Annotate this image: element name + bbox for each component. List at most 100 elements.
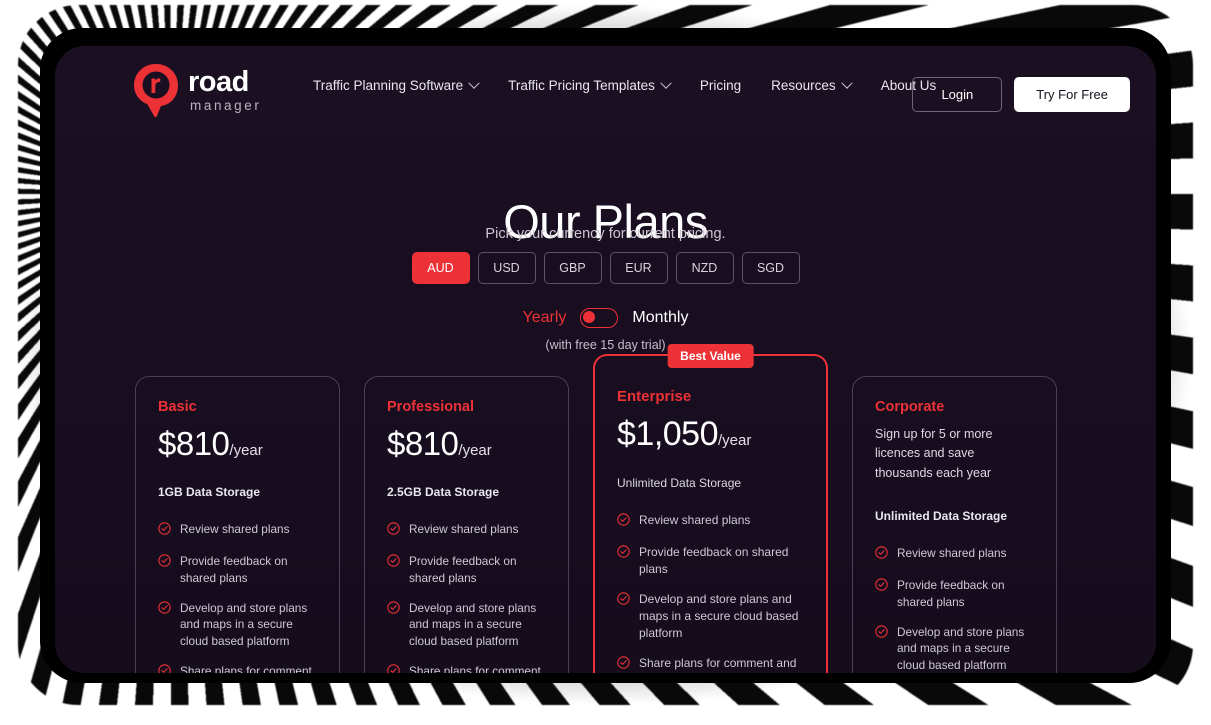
currency-button-aud[interactable]: AUD <box>411 252 470 284</box>
plan-blurb: Sign up for 5 or more licences and save … <box>875 427 993 480</box>
list-item: Share plans for comment and implemention <box>617 655 804 673</box>
plan-feature-list: Review shared plans Provide feedback on … <box>875 545 1034 673</box>
check-circle-icon <box>875 546 888 564</box>
main-navigation: Traffic Planning Software Traffic Pricin… <box>313 77 936 93</box>
plan-storage: Unlimited Data Storage <box>875 509 1008 524</box>
check-circle-icon <box>387 522 400 540</box>
feature-text: Share plans for comment and <box>180 663 312 673</box>
nav-label: Resources <box>771 78 836 93</box>
check-circle-icon <box>387 664 400 673</box>
list-item: Provide feedback on shared plans <box>875 577 1034 611</box>
list-item: Share plans for comment and <box>387 663 546 673</box>
check-circle-icon <box>617 656 630 673</box>
check-circle-icon <box>158 664 171 673</box>
plan-storage: Unlimited Data Storage <box>617 476 742 490</box>
plan-name: Corporate <box>875 399 945 415</box>
chevron-down-icon <box>841 77 853 89</box>
plan-price: $810/year <box>387 425 546 463</box>
list-item: Provide feedback on shared plans <box>387 553 546 587</box>
check-circle-icon <box>875 578 888 596</box>
logo-name-primary: road <box>188 65 249 98</box>
plan-price-amount: $1,050 <box>617 415 719 453</box>
feature-text: Provide feedback on shared plans <box>639 545 789 577</box>
plan-name: Enterprise <box>617 388 692 405</box>
currency-button-usd[interactable]: USD <box>477 252 536 284</box>
list-item: Review shared plans <box>158 521 317 540</box>
list-item: Review shared plans <box>875 545 1034 564</box>
plan-feature-list: Review shared plans Provide feedback on … <box>158 521 317 673</box>
plan-price: $810/year <box>158 425 317 463</box>
nav-label: Traffic Pricing Templates <box>508 78 655 93</box>
list-item: Share plans for comment and <box>158 663 317 673</box>
list-item: Develop and store plans and maps in a se… <box>387 600 546 650</box>
check-circle-icon <box>387 600 400 619</box>
toggle-knob <box>583 311 596 323</box>
plan-storage: 1GB Data Storage <box>158 485 261 499</box>
plan-card-professional[interactable]: Professional $810/year 2.5GB Data Storag… <box>364 376 569 673</box>
free-trial-note: (with free 15 day trial) <box>545 338 666 352</box>
plan-name: Basic <box>158 399 197 415</box>
nav-label: Traffic Planning Software <box>313 78 464 93</box>
toggle-label-yearly[interactable]: Yearly <box>523 309 567 327</box>
feature-text: Review shared plans <box>639 513 751 527</box>
plan-storage: 2.5GB Data Storage <box>387 485 500 499</box>
feature-text: Share plans for comment and <box>409 663 541 673</box>
plan-feature-list: Review shared plans Provide feedback on … <box>387 521 546 673</box>
plan-feature-list: Review shared plans Provide feedback on … <box>617 512 804 673</box>
list-item: Develop and store plans and maps in a se… <box>158 600 317 650</box>
feature-text: Provide feedback on shared plans <box>409 554 517 585</box>
browser-screenshot: road manager Traffic Planning Software T… <box>0 0 1211 725</box>
try-for-free-button[interactable]: Try For Free <box>1014 77 1130 112</box>
currency-button-gbp[interactable]: GBP <box>543 252 602 284</box>
check-circle-icon <box>387 554 400 572</box>
logo[interactable]: road manager <box>132 62 261 118</box>
plan-card-enterprise[interactable]: Best Value Enterprise $1,050/year Unlimi… <box>593 344 828 673</box>
currency-button-nzd[interactable]: NZD <box>675 252 734 284</box>
check-circle-icon <box>617 545 630 563</box>
plan-price-amount: $810 <box>387 425 459 462</box>
list-item: Review shared plans <box>387 521 546 540</box>
login-button[interactable]: Login <box>912 77 1003 112</box>
logo-name-secondary: manager <box>190 97 262 113</box>
header-actions: Login Try For Free <box>912 77 1130 112</box>
currency-button-sgd[interactable]: SGD <box>741 252 800 284</box>
plan-price-period: /year <box>458 442 492 459</box>
plan-cards: Basic $810/year 1GB Data Storage Review … <box>135 344 1080 673</box>
feature-text: Develop and store plans and maps in a se… <box>409 600 537 649</box>
chevron-down-icon <box>660 77 672 89</box>
status-badge: Best Value <box>667 344 754 368</box>
plan-name: Professional <box>387 399 475 415</box>
plan-card-corporate[interactable]: Corporate Sign up for 5 or more licences… <box>852 376 1057 673</box>
plan-card-basic[interactable]: Basic $810/year 1GB Data Storage Review … <box>135 376 340 673</box>
nav-item-traffic-pricing-templates[interactable]: Traffic Pricing Templates <box>508 77 672 93</box>
currency-button-eur[interactable]: EUR <box>609 252 668 284</box>
feature-text: Develop and store plans and maps in a se… <box>180 600 308 649</box>
feature-text: Provide feedback on shared plans <box>897 578 1005 609</box>
nav-label: Pricing <box>699 78 742 93</box>
pricing-page-window: road manager Traffic Planning Software T… <box>55 46 1156 673</box>
check-circle-icon <box>617 592 630 610</box>
nav-item-traffic-planning-software[interactable]: Traffic Planning Software <box>313 77 480 93</box>
nav-item-pricing[interactable]: Pricing <box>700 78 741 93</box>
check-circle-icon <box>158 522 171 540</box>
feature-text: Review shared plans <box>180 522 290 536</box>
nav-item-resources[interactable]: Resources <box>771 77 853 93</box>
plan-price-amount: $810 <box>158 425 230 462</box>
page-subtitle: Pick your currency for current pricing. <box>485 226 726 242</box>
logo-wordmark: road manager <box>188 65 262 113</box>
list-item: Develop and store plans and maps in a se… <box>617 591 804 642</box>
currency-selector: AUD USD GBP EUR NZD SGD <box>55 252 1156 284</box>
check-circle-icon <box>875 624 888 643</box>
feature-text: Share plans for comment and implemention <box>639 656 797 671</box>
billing-period-toggle: Yearly Monthly <box>55 308 1156 328</box>
toggle-label-monthly[interactable]: Monthly <box>632 309 688 327</box>
check-circle-icon <box>158 600 171 619</box>
feature-text: Develop and store plans and maps in a se… <box>897 624 1025 673</box>
billing-toggle-switch[interactable] <box>580 308 619 328</box>
site-header: road manager Traffic Planning Software T… <box>55 46 1156 136</box>
feature-text: Provide feedback on shared plans <box>180 554 288 585</box>
check-circle-icon <box>158 554 171 572</box>
chevron-down-icon <box>468 77 480 89</box>
map-pin-r-logo-icon <box>132 62 182 118</box>
plan-price-period: /year <box>718 432 752 449</box>
